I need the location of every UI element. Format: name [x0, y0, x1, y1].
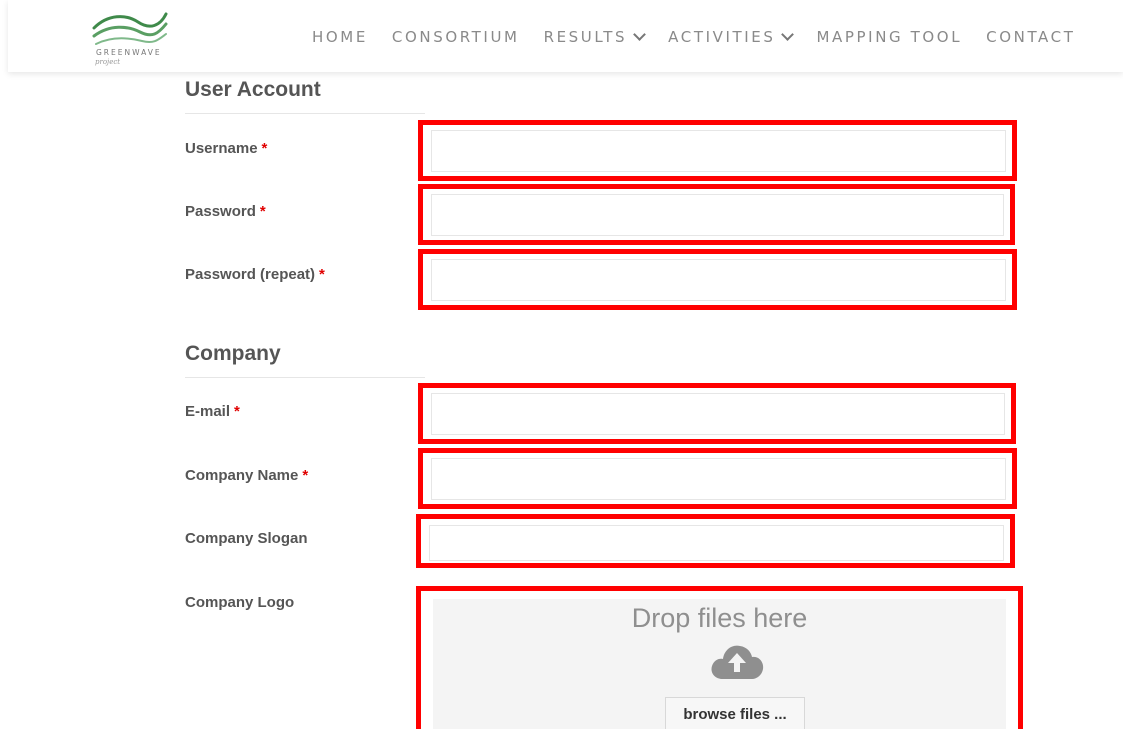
section-divider: [185, 113, 425, 114]
email-field-highlight: [418, 383, 1016, 444]
username-field-highlight: [418, 120, 1017, 181]
nav-item-mapping-tool[interactable]: MAPPING TOOL: [816, 28, 962, 46]
nav-item-label: MAPPING TOOL: [816, 28, 963, 46]
password-repeat-field-highlight: [418, 249, 1017, 310]
password-field-highlight: [418, 184, 1015, 245]
nav-item-activities[interactable]: ACTIVITIES: [668, 27, 795, 46]
username-label: Username *: [185, 140, 267, 157]
section-title-user-account: User Account: [185, 78, 321, 101]
label-text: Company Name: [185, 467, 299, 484]
required-marker: *: [302, 467, 309, 484]
company-slogan-field-highlight: [416, 514, 1015, 568]
section-title-company: Company: [185, 342, 281, 365]
label-text: Password: [185, 203, 256, 220]
registration-page: GREENWAVE project HOME CONSORTIUM RESULT…: [0, 0, 1123, 729]
nav-item-label: ACTIVITIES: [668, 28, 776, 46]
company-slogan-input[interactable]: [429, 525, 1004, 561]
chevron-down-icon: [781, 27, 795, 41]
email-label: E-mail *: [185, 403, 240, 420]
password-input[interactable]: [431, 194, 1004, 236]
company-slogan-label: Company Slogan: [185, 530, 308, 547]
label-text: Password (repeat): [185, 266, 316, 283]
nav-item-label: CONSORTIUM: [391, 28, 520, 46]
required-marker: *: [259, 203, 266, 220]
username-input[interactable]: [431, 130, 1006, 172]
nav-item-label: CONTACT: [986, 28, 1076, 46]
required-marker: *: [319, 266, 325, 283]
required-marker: *: [261, 140, 268, 157]
logo-wordmark: GREENWAVE: [96, 48, 162, 57]
nav-item-results[interactable]: RESULTS: [543, 27, 647, 46]
wave-logo-icon: [92, 12, 168, 45]
label-text: Company Logo: [185, 594, 295, 611]
company-logo-label: Company Logo: [185, 594, 294, 611]
required-marker: *: [234, 403, 240, 420]
chevron-down-icon: [633, 27, 647, 41]
company-name-field-highlight: [418, 448, 1017, 509]
cloud-upload-icon: [711, 645, 764, 679]
password-label: Password *: [185, 203, 266, 220]
browse-files-button[interactable]: browse files ...: [665, 697, 805, 729]
label-text: E-mail: [185, 403, 231, 420]
site-header: GREENWAVE project HOME CONSORTIUM RESULT…: [8, 0, 1123, 72]
nav-item-contact[interactable]: CONTACT: [986, 28, 1075, 46]
nav-item-home[interactable]: HOME: [312, 28, 368, 46]
label-text: Username: [185, 140, 258, 157]
password-repeat-label: Password (repeat) *: [185, 266, 325, 283]
password-repeat-input[interactable]: [431, 259, 1006, 301]
nav-item-label: HOME: [312, 28, 368, 46]
company-name-label: Company Name *: [185, 467, 308, 484]
company-logo-dropzone-highlight: Drop files here browse files ...: [416, 586, 1023, 729]
file-drop-zone[interactable]: Drop files here browse files ...: [433, 599, 1006, 729]
greenwave-logo[interactable]: GREENWAVE project: [86, 10, 172, 70]
nav-item-consortium[interactable]: CONSORTIUM: [392, 28, 520, 46]
company-name-input[interactable]: [431, 458, 1006, 500]
drop-files-text: Drop files here: [631, 603, 808, 633]
nav-item-label: RESULTS: [543, 28, 628, 46]
section-divider: [185, 377, 425, 378]
logo-tagline: project: [95, 58, 121, 66]
email-input[interactable]: [431, 393, 1005, 435]
main-nav: HOME CONSORTIUM RESULTS ACTIVITIES MAPPI…: [312, 27, 1100, 46]
label-text: Company Slogan: [185, 530, 308, 547]
